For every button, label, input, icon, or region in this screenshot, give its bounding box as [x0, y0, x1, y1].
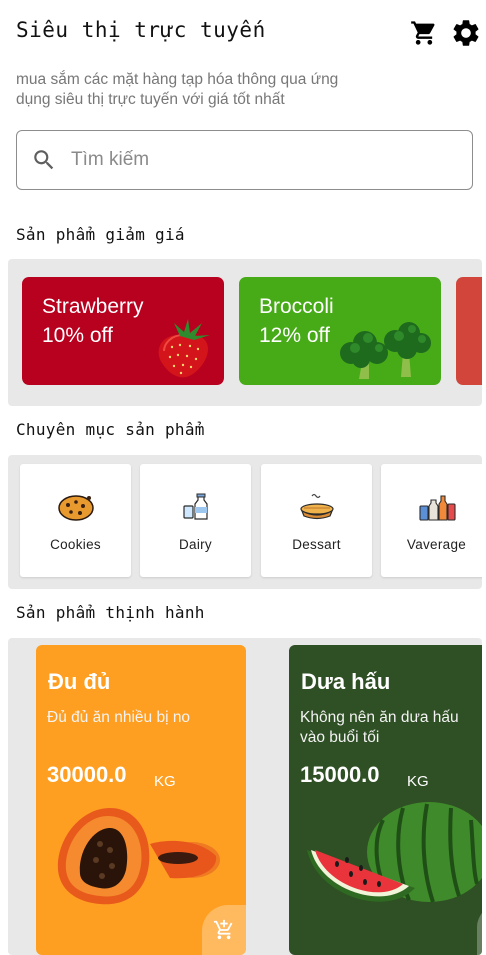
- category-label: Cookies: [50, 537, 101, 552]
- deal-name: Broccoli: [259, 295, 334, 318]
- shopping-cart-icon: [411, 21, 435, 45]
- gear-icon: [453, 20, 479, 46]
- category-label: Dessart: [292, 537, 341, 552]
- strawberry-image: [158, 319, 210, 378]
- category-cookies[interactable]: Cookies: [20, 464, 131, 577]
- discount-carousel[interactable]: Strawberry 10% off Broccoli 12% off: [8, 259, 482, 406]
- settings-button[interactable]: [450, 16, 482, 50]
- deal-card-strawberry[interactable]: Strawberry 10% off: [22, 277, 224, 385]
- deal-discount: 12% off: [259, 324, 330, 347]
- papaya-image: [57, 808, 220, 905]
- milk-bottle-icon: [182, 493, 208, 520]
- broccoli-image: [340, 322, 431, 379]
- product-description: Đủ đủ ăn nhiều bị no: [47, 709, 191, 726]
- beverage-bottles-icon: [418, 495, 456, 521]
- product-unit: KG: [154, 773, 176, 790]
- product-price: 30000.0: [47, 762, 127, 787]
- deal-card-partial[interactable]: [456, 277, 482, 385]
- search-icon: [34, 150, 54, 170]
- deal-card-broccoli[interactable]: Broccoli 12% off: [239, 277, 441, 385]
- section-title-discount: Sản phẩm giảm giá: [16, 225, 185, 244]
- app-header: Siêu thị trực tuyến: [16, 16, 486, 52]
- category-label: Vaverage: [406, 537, 467, 552]
- trending-carousel[interactable]: Đu đủ Đủ đủ ăn nhiều bị no 30000.0 KG Dư…: [8, 638, 482, 955]
- category-dessert[interactable]: Dessart: [261, 464, 372, 577]
- add-shopping-cart-icon: [213, 919, 233, 940]
- product-unit: KG: [407, 773, 429, 790]
- search-input[interactable]: [71, 149, 431, 171]
- deal-discount: 10% off: [42, 324, 113, 347]
- cart-button[interactable]: [408, 16, 440, 50]
- section-title-trending: Sản phẩm thịnh hành: [16, 603, 205, 622]
- section-title-categories: Chuyên mục sản phẩm: [16, 420, 205, 439]
- add-to-cart-button[interactable]: [202, 905, 246, 955]
- product-card-papaya[interactable]: Đu đủ Đủ đủ ăn nhiều bị no 30000.0 KG: [36, 645, 246, 955]
- category-beverage[interactable]: Vaverage: [381, 464, 482, 577]
- app-subtitle: mua sắm các mặt hàng tạp hóa thông qua ứ…: [16, 71, 339, 108]
- search-bar[interactable]: [16, 130, 473, 190]
- product-name: Dưa hấu: [301, 669, 391, 694]
- product-price: 15000.0: [300, 762, 380, 787]
- page-title: Siêu thị trực tuyến: [16, 18, 266, 42]
- category-label: Dairy: [178, 537, 212, 552]
- category-carousel[interactable]: Cookies Dairy Dessart Vaverage: [8, 455, 482, 589]
- watermelon-image: [307, 802, 482, 903]
- cookie-icon: [57, 495, 94, 521]
- product-description: Không nên ăn dưa hấu vào buổi tối: [300, 709, 459, 746]
- category-dairy[interactable]: Dairy: [140, 464, 251, 577]
- product-card-watermelon[interactable]: Dưa hấu Không nên ăn dưa hấu vào buổi tố…: [289, 645, 482, 955]
- deal-name: Strawberry: [42, 295, 144, 318]
- product-name: Đu đủ: [48, 669, 111, 694]
- pie-icon: [299, 493, 334, 520]
